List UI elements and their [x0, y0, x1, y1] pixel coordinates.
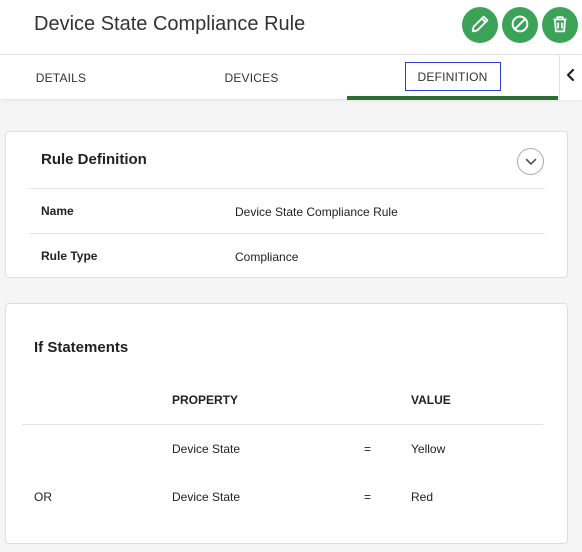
tab-label: DETAILS [35, 70, 87, 85]
divider [22, 424, 543, 425]
tab-label: DEFINITION [404, 62, 501, 91]
page-title: Device State Compliance Rule [34, 13, 306, 35]
condition-value: Yellow [411, 442, 446, 456]
name-label: Name [41, 204, 74, 218]
condition-property: Device State [172, 490, 241, 504]
pencil-icon [469, 13, 491, 38]
collapse-button[interactable] [517, 148, 544, 175]
disable-button[interactable] [502, 7, 538, 43]
rule-type-label: Rule Type [41, 249, 98, 263]
delete-button[interactable] [542, 7, 578, 43]
chevron-left-icon [565, 68, 577, 87]
tab-devices[interactable]: DEVICES [160, 55, 343, 100]
divider [29, 233, 545, 234]
condition-connector: OR [34, 490, 52, 504]
rule-definition-card: Rule Definition Name Device State Compli… [5, 131, 568, 278]
tab-scroll-left-button[interactable] [559, 55, 582, 100]
tab-definition[interactable]: DEFINITION [347, 55, 558, 100]
if-statements-title: If Statements [34, 339, 129, 356]
condition-property: Device State [172, 442, 241, 456]
condition-operator: = [364, 442, 372, 456]
condition-operator: = [364, 490, 372, 504]
tab-details[interactable]: DETAILS [0, 55, 122, 100]
tab-label: DEVICES [224, 70, 279, 85]
divider [29, 188, 545, 189]
edit-button[interactable] [462, 7, 498, 43]
tab-bar: DETAILS DEVICES DEFINITION [0, 54, 582, 100]
chevron-down-icon [525, 153, 537, 171]
condition-value: Red [411, 490, 434, 504]
rule-definition-title: Rule Definition [41, 151, 147, 168]
if-statements-card: If Statements PROPERTY VALUE Device Stat… [5, 303, 568, 544]
name-value: Device State Compliance Rule [235, 205, 398, 219]
rule-type-value: Compliance [235, 250, 299, 264]
block-icon [509, 13, 531, 38]
page-header: Device State Compliance Rule [0, 0, 582, 54]
trash-icon [549, 13, 571, 38]
property-column-header: PROPERTY [172, 393, 239, 407]
value-column-header: VALUE [411, 393, 451, 407]
